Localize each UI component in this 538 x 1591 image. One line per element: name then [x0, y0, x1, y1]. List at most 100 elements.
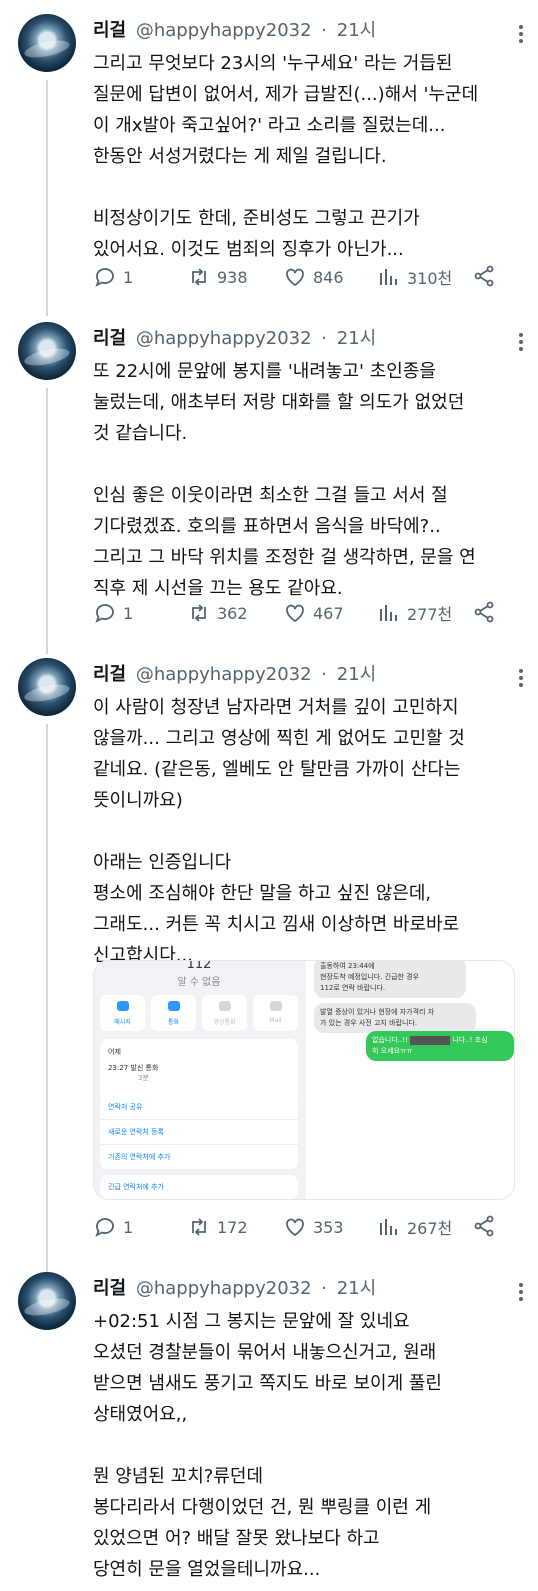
reply-icon — [95, 604, 114, 623]
author-handle[interactable]: @happyhappy2032 — [136, 664, 312, 685]
views-chart-icon — [380, 605, 397, 621]
tweet-1[interactable]: 리걸 @happyhappy2032 · 21시 그리고 무엇보다 23시의 '… — [0, 14, 538, 316]
avatar[interactable] — [18, 14, 76, 72]
tweet-2[interactable]: 리걸 @happyhappy2032 · 21시 또 22시에 문앞에 봉지를 … — [0, 322, 538, 654]
message-button[interactable]: 메시지 — [100, 995, 145, 1031]
author-name[interactable]: 리걸 — [93, 1278, 126, 1299]
tweet-media-image[interactable]: 112 알 수 없음 메시지 통화 영상통화 Mail 어제 23:27 발신 … — [93, 960, 515, 1200]
separator: · — [321, 664, 328, 685]
recent-call-label: 어제 — [108, 1048, 121, 1056]
retweet-icon — [192, 1218, 206, 1236]
author-name[interactable]: 리걸 — [93, 20, 126, 41]
action-bar: 1 938 846 310천 — [93, 262, 524, 292]
author-name[interactable]: 리걸 — [93, 328, 126, 349]
thread-line — [46, 388, 48, 654]
call-status: 알 수 없음 — [177, 977, 221, 988]
author-handle[interactable]: @happyhappy2032 — [136, 328, 312, 349]
share-icon[interactable] — [472, 264, 496, 288]
tweet-text: 이 사람이 청장년 남자라면 거처를 깊이 고민하지 않을까... 그리고 영상… — [93, 697, 465, 966]
message-screen: 출동하여 23:44에 현장도착 예정입니다. 긴급한 경우 112로 연락 바… — [306, 961, 514, 1199]
reply-count: 1 — [123, 267, 134, 287]
tweet-4[interactable]: 리걸 @happyhappy2032 · 21시 +02:51 시점 그 봉지는… — [0, 1272, 538, 1591]
action-bar: 1 172 353 267천 — [93, 1212, 524, 1242]
retweet-count: 362 — [217, 603, 248, 623]
add-to-contact-item[interactable]: 기존의 연락처에 추가 — [100, 1145, 298, 1170]
police-notice-bubble: 발열 증상이 있거나 현장에 자가격리 자 가 있는 경우 사전 고지 바랍니다… — [314, 1003, 476, 1033]
timestamp[interactable]: 21시 — [337, 1278, 376, 1299]
more-options-icon[interactable] — [518, 666, 524, 690]
view-count: 277천 — [407, 605, 453, 624]
retweet-button[interactable]: 938 — [187, 262, 248, 292]
views-button[interactable]: 267천 — [377, 1212, 452, 1242]
video-call-button[interactable]: 영상통화 — [202, 995, 247, 1031]
timestamp[interactable]: 21시 — [337, 664, 376, 685]
share-contact-item[interactable]: 연락처 공유 — [100, 1095, 298, 1120]
police-message-bubble: 출동하여 23:44에 현장도착 예정입니다. 긴급한 경우 112로 연락 바… — [314, 961, 466, 998]
more-options-icon[interactable] — [518, 1280, 524, 1304]
tweet-header: 리걸 @happyhappy2032 · 21시 — [93, 16, 524, 42]
action-bar: 1 362 467 277천 — [93, 598, 524, 628]
more-options-icon[interactable] — [518, 22, 524, 46]
retweet-icon — [192, 604, 206, 622]
tweet-text: 그리고 무엇보다 23시의 '누구세요' 라는 거듭된 질문에 답변이 없어서,… — [93, 53, 479, 260]
retweet-count: 938 — [217, 267, 248, 287]
retweet-icon — [192, 268, 206, 286]
reply-button[interactable]: 1 — [93, 1212, 133, 1242]
views-button[interactable]: 310천 — [377, 262, 452, 292]
reply-icon — [95, 1218, 114, 1237]
call-number: 112 — [186, 960, 212, 972]
tweet-text: +02:51 시점 그 봉지는 문앞에 잘 있네요 오셨던 경찰분들이 묶어서 … — [93, 1311, 442, 1580]
recent-call-duration: 3분 — [138, 1074, 149, 1082]
timestamp[interactable]: 21시 — [337, 20, 376, 41]
heart-icon — [286, 1218, 304, 1237]
contact-menu: 연락처 공유 새로운 연락처 등록 기존의 연락처에 추가 — [100, 1095, 298, 1170]
reply-text-start: 없습니다..!! — [372, 1036, 408, 1044]
reply-button[interactable]: 1 — [93, 262, 133, 292]
reply-count: 1 — [123, 603, 134, 623]
separator: · — [321, 1278, 328, 1299]
like-count: 353 — [313, 1217, 344, 1237]
emergency-contact-card: 긴급 연락처에 추가 — [100, 1175, 298, 1199]
tweet-header: 리걸 @happyhappy2032 · 21시 — [93, 660, 524, 686]
separator: · — [321, 328, 328, 349]
new-contact-item[interactable]: 새로운 연락처 등록 — [100, 1120, 298, 1145]
thread-line — [46, 724, 48, 1276]
like-button[interactable]: 846 — [283, 262, 344, 292]
avatar[interactable] — [18, 322, 76, 380]
retweet-button[interactable]: 362 — [187, 598, 248, 628]
add-emergency-contact-item[interactable]: 긴급 연락처에 추가 — [100, 1175, 298, 1199]
reply-button[interactable]: 1 — [93, 598, 133, 628]
retweet-count: 172 — [217, 1217, 248, 1237]
recent-call-card: 어제 23:27 발신 통화 3분 — [100, 1039, 298, 1103]
share-icon[interactable] — [472, 600, 496, 624]
heart-icon — [286, 268, 304, 287]
like-button[interactable]: 353 — [283, 1212, 344, 1242]
avatar[interactable] — [18, 1272, 76, 1330]
author-handle[interactable]: @happyhappy2032 — [136, 20, 312, 41]
mail-button[interactable]: Mail — [253, 995, 298, 1031]
tweet-header: 리걸 @happyhappy2032 · 21시 — [93, 1274, 524, 1300]
tweet-text: 또 22시에 문앞에 봉지를 '내려놓고' 초인종을 눌렀는데, 애초부터 저랑… — [93, 361, 476, 599]
reply-icon — [95, 268, 114, 287]
author-name[interactable]: 리걸 — [93, 664, 126, 685]
timestamp[interactable]: 21시 — [337, 328, 376, 349]
recent-call-time: 23:27 — [108, 1064, 129, 1072]
views-button[interactable]: 277천 — [377, 598, 452, 628]
call-action-buttons: 메시지 통화 영상통화 Mail — [100, 995, 298, 1031]
retweet-button[interactable]: 172 — [187, 1212, 248, 1242]
avatar[interactable] — [18, 658, 76, 716]
like-button[interactable]: 467 — [283, 598, 344, 628]
views-chart-icon — [380, 269, 397, 285]
tweet-header: 리걸 @happyhappy2032 · 21시 — [93, 324, 524, 350]
like-count: 846 — [313, 267, 344, 287]
like-count: 467 — [313, 603, 344, 623]
reply-message-bubble: 없습니다..!! 니다..! 조심 히 오세요ㅠㅠ — [366, 1031, 514, 1061]
more-options-icon[interactable] — [518, 330, 524, 354]
share-icon[interactable] — [472, 1214, 496, 1238]
call-button[interactable]: 통화 — [151, 995, 196, 1031]
phone-call-screen: 112 알 수 없음 메시지 통화 영상통화 Mail 어제 23:27 발신 … — [94, 961, 304, 1199]
thread-line — [46, 80, 48, 316]
separator: · — [321, 20, 328, 41]
author-handle[interactable]: @happyhappy2032 — [136, 1278, 312, 1299]
heart-icon — [286, 604, 304, 623]
